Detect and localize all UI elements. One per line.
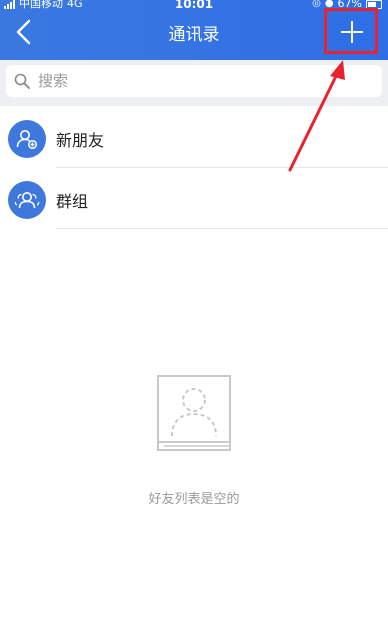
- list-item-new-friends[interactable]: 新朋友: [0, 108, 388, 168]
- search-icon: [14, 73, 30, 89]
- search-bar: [0, 60, 388, 106]
- rotation-lock-icon: ◎: [312, 0, 321, 9]
- group-icon: [8, 181, 46, 219]
- empty-state-text: 好友列表是空的: [148, 492, 240, 507]
- divider: [56, 167, 388, 168]
- search-box[interactable]: [6, 65, 382, 97]
- search-input[interactable]: [36, 71, 360, 91]
- divider: [56, 228, 388, 229]
- list-item-label: 新朋友: [56, 131, 105, 150]
- add-friend-icon: [8, 120, 46, 158]
- plus-icon: [341, 21, 363, 43]
- nav-bar: 中国移动 4G 10:01 ◎ ● 67% 通讯录: [0, 0, 388, 60]
- list-item-label: 群组: [56, 192, 89, 211]
- empty-contacts-icon: [156, 374, 234, 454]
- list-item-groups[interactable]: 群组: [0, 169, 388, 229]
- add-contact-button[interactable]: [324, 8, 378, 54]
